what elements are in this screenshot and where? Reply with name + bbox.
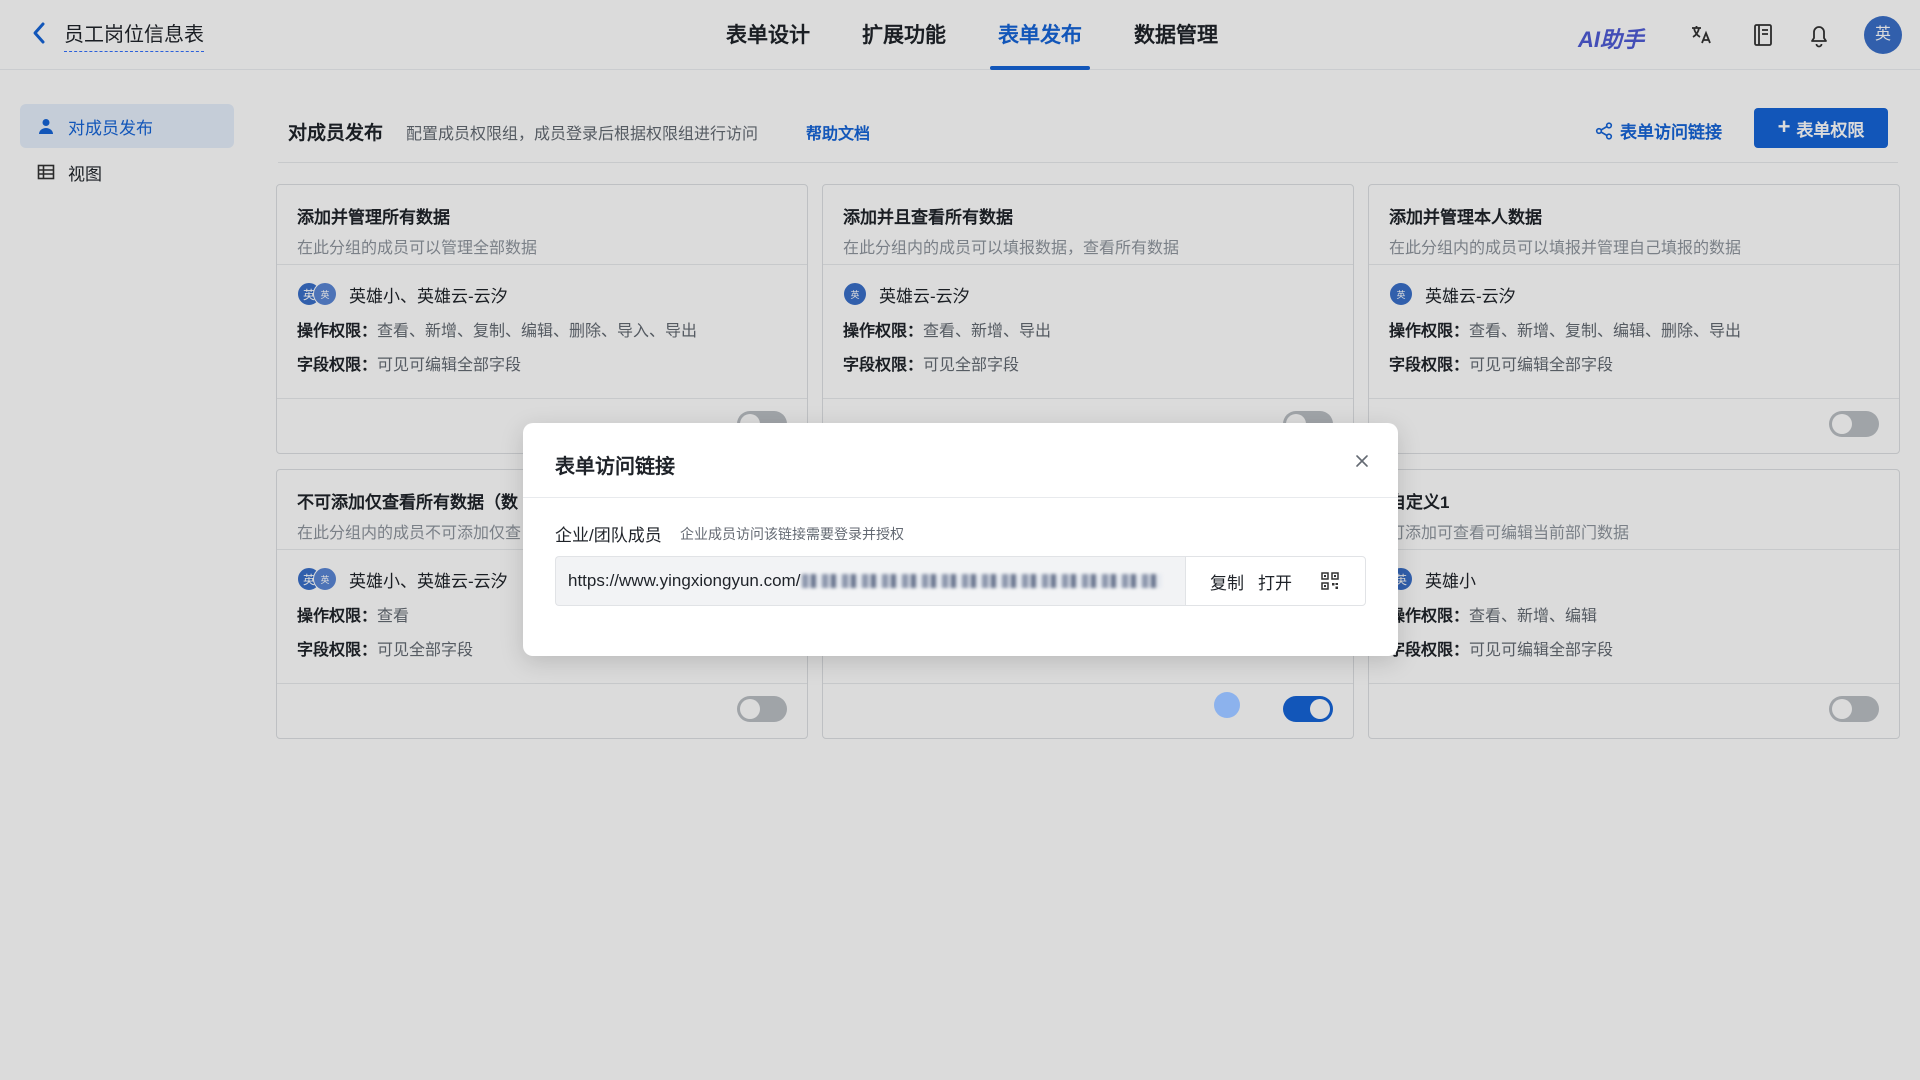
access-url-text: https://www.yingxiongyun.com/ <box>568 571 801 590</box>
copy-button[interactable]: 复制 <box>1210 569 1244 594</box>
qr-code-icon[interactable] <box>1320 571 1340 591</box>
url-actions: 复制 打开 <box>1185 556 1366 606</box>
member-type-hint: 企业成员访问该链接需要登录并授权 <box>680 526 904 542</box>
form-access-link-dialog: 表单访问链接 企业/团队成员 企业成员访问该链接需要登录并授权 https://… <box>523 423 1398 656</box>
member-type-label: 企业/团队成员 <box>555 526 662 545</box>
open-button[interactable]: 打开 <box>1258 569 1292 594</box>
access-url-field[interactable]: https://www.yingxiongyun.com/ <box>555 556 1185 606</box>
divider <box>523 497 1398 498</box>
close-icon[interactable] <box>1348 447 1376 475</box>
dialog-title: 表单访问链接 <box>555 456 675 478</box>
blurred-url-token <box>802 574 1163 588</box>
mouse-cursor-highlight <box>1214 692 1240 718</box>
